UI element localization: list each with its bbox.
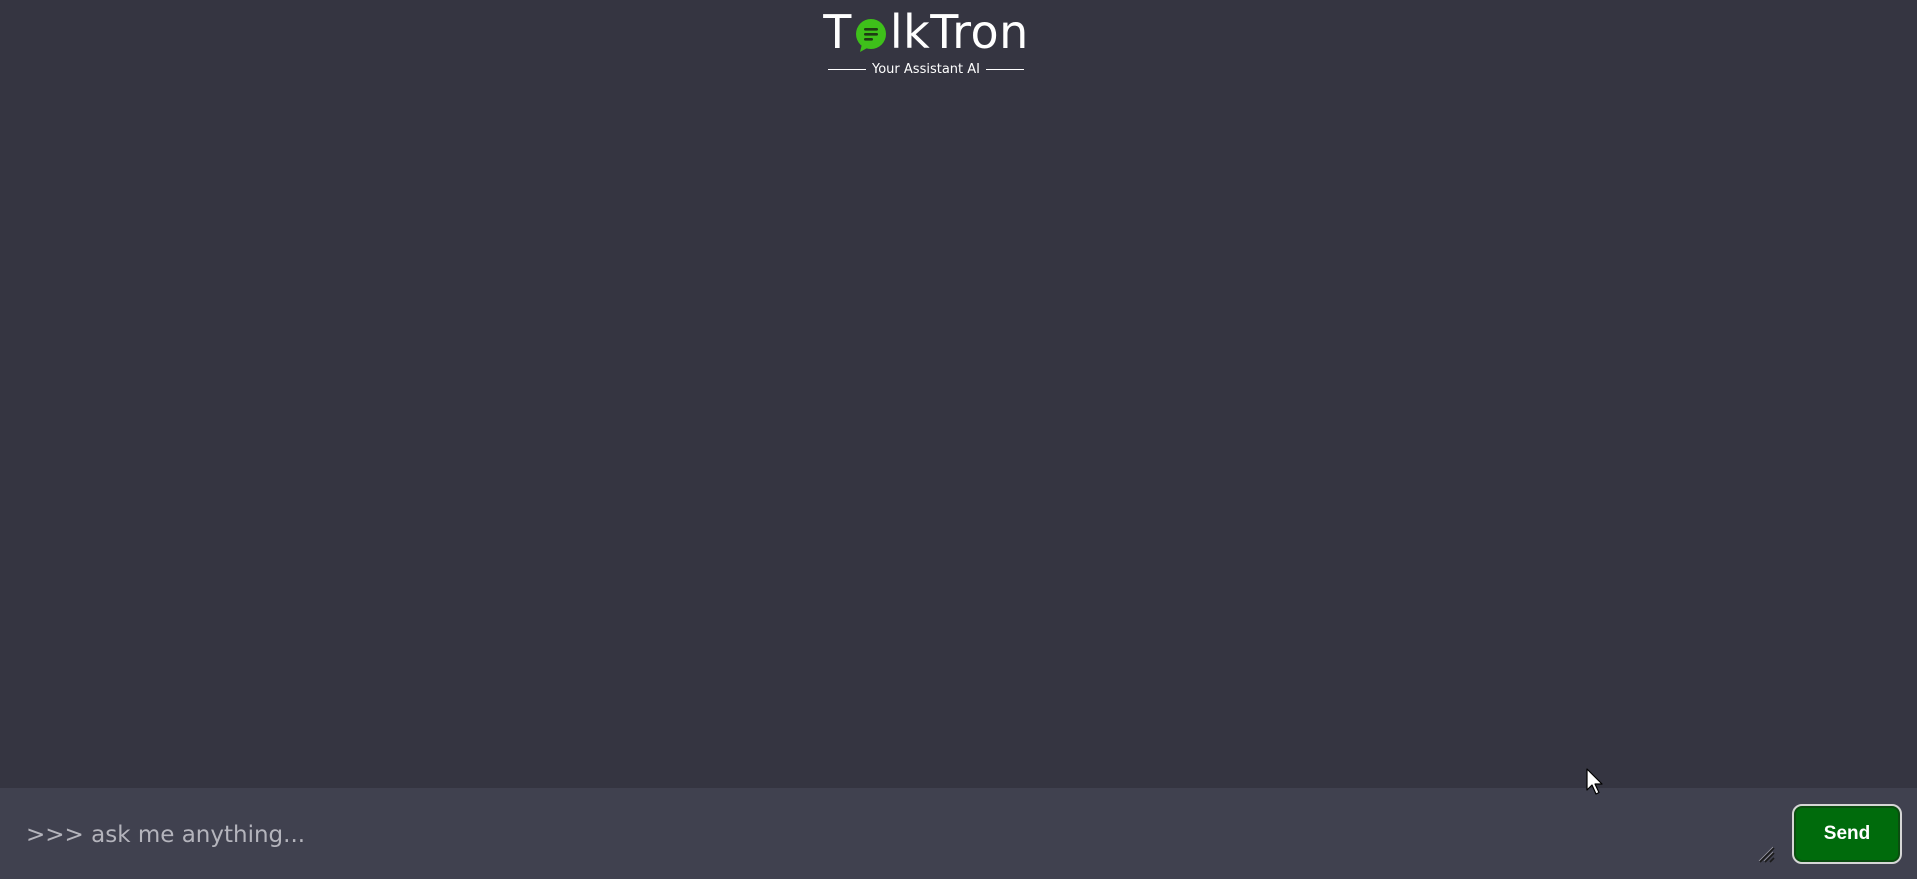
- logo-title: T lkTron: [823, 6, 1029, 58]
- chat-conversation-area: [0, 88, 1917, 788]
- chat-bubble-icon: [853, 10, 889, 54]
- resize-handle-icon[interactable]: [1754, 842, 1776, 864]
- app-window: T lkTron Your Assistant AI >>> ask me an…: [0, 0, 1917, 879]
- app-logo: T lkTron Your Assistant AI: [808, 6, 1044, 80]
- tagline-divider-left: [828, 69, 867, 70]
- logo-title-suffix: lkTron: [889, 5, 1029, 59]
- send-button[interactable]: Send: [1792, 804, 1902, 864]
- tagline-divider-right: [985, 69, 1024, 70]
- logo-tagline: Your Assistant AI: [808, 62, 1044, 77]
- input-bar: [0, 788, 1917, 879]
- prompt-input[interactable]: [0, 788, 1780, 879]
- mouse-cursor-icon: [1586, 768, 1604, 796]
- tagline-text: Your Assistant AI: [872, 62, 980, 77]
- logo-title-prefix: T: [823, 5, 852, 59]
